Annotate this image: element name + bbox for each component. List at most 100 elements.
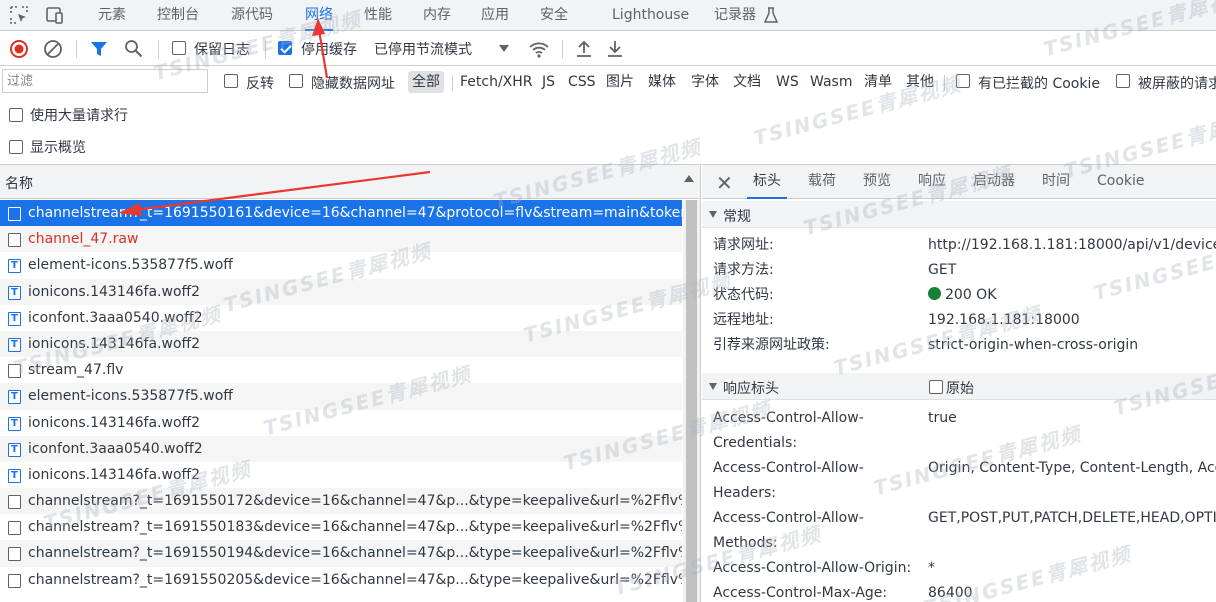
request-row[interactable]: element-icons.535877f5.woff [0,383,682,410]
tab-initiator[interactable]: 启动器 [967,165,1021,199]
raw-headers-checkbox[interactable] [929,380,943,394]
request-row[interactable]: element-icons.535877f5.woff [0,252,682,279]
request-row[interactable]: channelstream?_t=1691550161&device=16&ch… [0,200,682,227]
request-url-value[interactable]: http://192.168.1.181:18000/api/v1/device… [928,233,1216,258]
type-filter-ws[interactable]: WS [772,71,803,93]
sort-ascending-icon[interactable] [684,175,694,182]
tab-timing[interactable]: 时间 [1036,165,1076,199]
header-row: Access-Control-Allow-Origin: * [702,556,1216,581]
type-filter-doc[interactable]: 文档 [729,71,765,93]
tab-security[interactable]: 安全 [540,0,568,31]
request-row[interactable]: ionicons.143146fa.woff2 [0,278,682,305]
column-header-name[interactable]: 名称 [5,173,33,193]
close-detail-icon[interactable]: ✕ [716,171,733,195]
general-key: 引荐来源网址政策: [713,337,830,353]
request-row[interactable]: ionicons.143146fa.woff2 [0,462,682,488]
blocked-cookies-checkbox[interactable] [956,74,970,92]
tab-performance[interactable]: 性能 [364,0,392,31]
type-filter-font[interactable]: 字体 [687,71,723,93]
tab-memory[interactable]: 内存 [423,0,451,31]
filter-funnel-icon[interactable] [90,40,108,58]
tab-console[interactable]: 控制台 [157,0,199,31]
toolbar-divider [562,40,563,58]
document-file-icon [8,364,21,379]
request-list-scrollbar[interactable] [683,200,700,602]
request-method-value: GET [928,262,957,278]
request-row[interactable]: channelstream?_t=1691550194&device=16&ch… [0,540,682,567]
large-rows-option: 使用大量请求行 [0,98,1216,130]
throttling-select[interactable]: 已停用节流模式 [374,39,472,59]
request-row[interactable]: channel_47.raw [0,226,682,253]
import-har-upload-icon[interactable] [575,39,593,59]
request-name: stream_47.flv [28,362,124,379]
tab-sources[interactable]: 源代码 [231,0,273,31]
request-row[interactable]: ionicons.143146fa.woff2 [0,410,682,436]
tab-network[interactable]: 网络 [305,0,333,31]
inspect-element-icon[interactable] [9,5,29,25]
tab-preview[interactable]: 预览 [857,165,897,199]
expand-triangle-icon [709,383,717,390]
request-name: element-icons.535877f5.woff [28,388,233,405]
tab-lighthouse[interactable]: Lighthouse [612,0,689,31]
large-rows-label: 使用大量请求行 [30,108,128,124]
request-name: element-icons.535877f5.woff [28,257,233,274]
hide-data-urls-checkbox[interactable] [289,74,303,92]
type-filter-wasm[interactable]: Wasm [806,71,856,93]
export-har-download-icon[interactable] [606,39,624,59]
type-filter-js[interactable]: JS [538,71,559,93]
tab-application[interactable]: 应用 [481,0,509,31]
request-row[interactable]: iconfont.3aaa0540.woff2 [0,305,682,331]
request-row[interactable]: ionicons.143146fa.woff2 [0,330,682,358]
tab-cookies[interactable]: Cookie [1091,165,1151,199]
request-name: ionicons.143146fa.woff2 [28,414,201,431]
clear-icon[interactable] [43,39,63,59]
type-filter-all[interactable]: 全部 [408,71,444,93]
filter-input[interactable] [2,69,208,93]
font-file-icon [8,411,21,436]
font-file-icon [8,306,21,331]
record-stop-icon[interactable] [9,39,29,59]
preserve-log-checkbox[interactable] [172,41,186,59]
device-toolbar-icon[interactable] [44,5,64,25]
header-key: Access-Control-Allow- [713,460,864,476]
network-conditions-wifi-icon[interactable] [528,39,550,59]
type-filter-media[interactable]: 媒体 [644,71,680,93]
type-filter-img[interactable]: 图片 [602,71,638,93]
invert-checkbox[interactable] [224,74,238,92]
search-icon[interactable] [124,39,143,58]
request-row[interactable]: channelstream?_t=1691550205&device=16&ch… [0,567,682,593]
tab-response[interactable]: 响应 [912,165,952,199]
tab-recorder[interactable]: 记录器 [714,0,756,31]
request-rows: channelstream?_t=1691550161&device=16&ch… [0,200,682,593]
general-section-header[interactable]: 常规 [702,201,1216,228]
network-toolbar: 保留日志 停用缓存 已停用节流模式 [0,32,1216,66]
font-file-icon [8,253,21,279]
general-key: 状态代码: [713,287,774,303]
response-headers-section-header[interactable]: 响应标头 原始 [702,373,1216,400]
type-filter-manifest[interactable]: 清单 [860,71,896,93]
chevron-down-icon[interactable] [499,45,509,52]
large-rows-checkbox[interactable] [9,108,23,122]
remote-address-value: 192.168.1.181:18000 [928,312,1080,328]
tab-elements[interactable]: 元素 [98,0,126,31]
overview-checkbox[interactable] [9,140,23,154]
tab-headers[interactable]: 标头 [747,165,787,199]
request-row[interactable]: channelstream?_t=1691550183&device=16&ch… [0,514,682,540]
request-name: channel_47.raw [28,231,139,248]
request-name: iconfont.3aaa0540.woff2 [28,309,203,326]
type-filter-other[interactable]: 其他 [902,71,938,93]
document-file-icon [8,207,21,221]
recorder-flask-icon [764,7,778,23]
request-row[interactable]: iconfont.3aaa0540.woff2 [0,435,682,462]
type-filter-fetch-xhr[interactable]: Fetch/XHR [456,71,537,93]
request-row[interactable]: stream_47.flv [0,357,682,383]
tab-payload[interactable]: 载荷 [802,165,842,199]
disable-cache-checkbox[interactable] [278,41,292,59]
blocked-requests-checkbox[interactable] [1116,74,1130,92]
header-key: Access-Control-Allow-Origin: [713,560,912,576]
scrollbar-thumb[interactable] [686,200,697,602]
type-filter-css[interactable]: CSS [564,71,600,93]
header-key: Access-Control-Allow- [713,510,864,526]
request-row[interactable]: channelstream?_t=1691550172&device=16&ch… [0,488,682,515]
header-key: Access-Control-Allow- [713,410,864,426]
